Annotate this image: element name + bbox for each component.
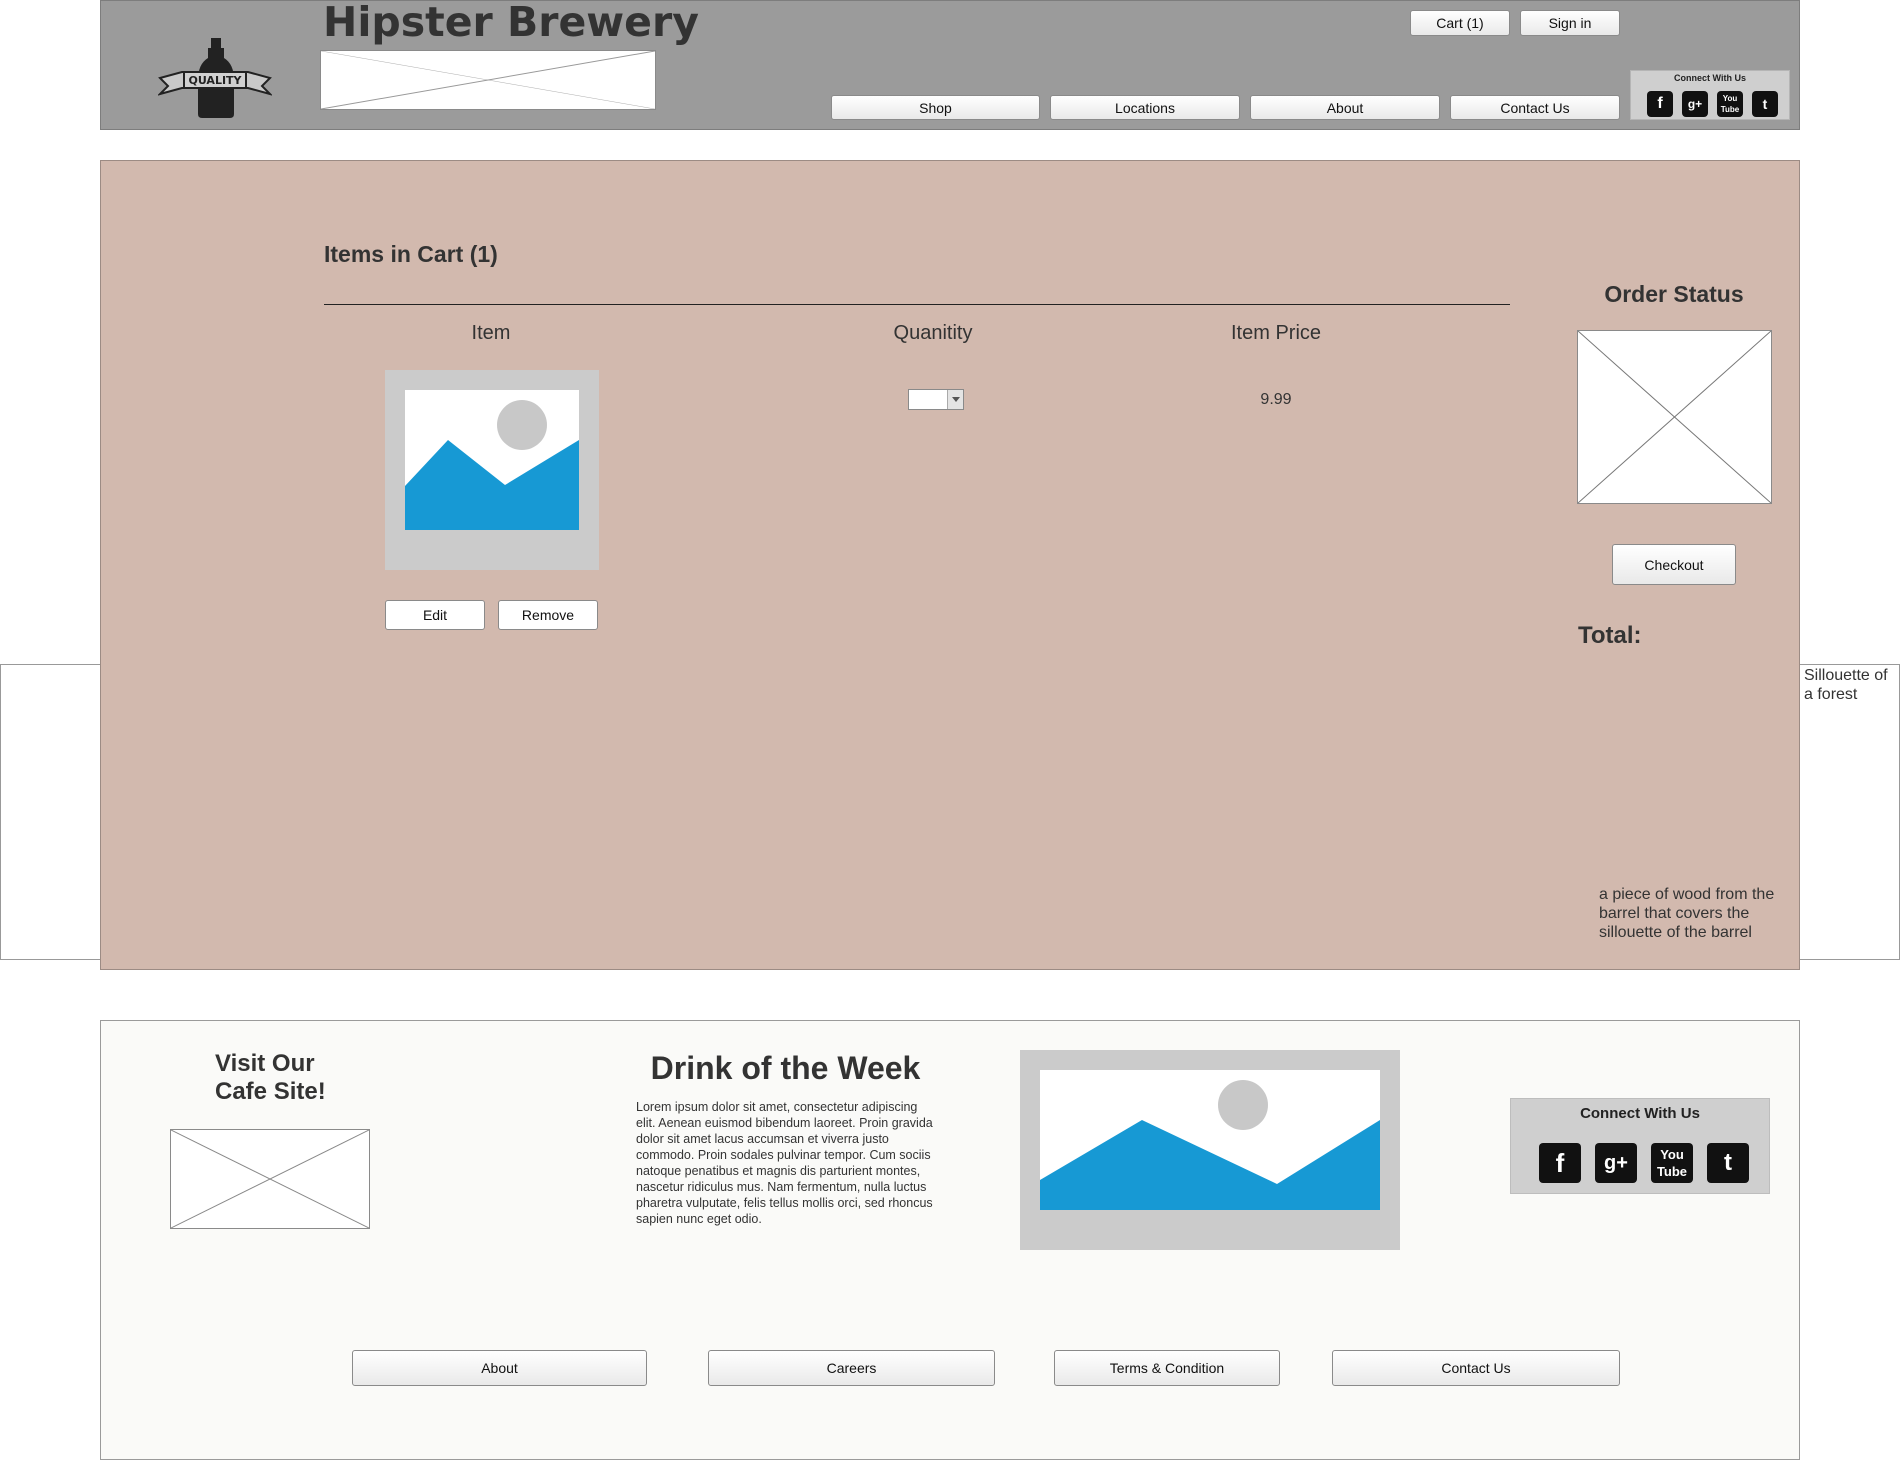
drink-of-week-heading: Drink of the Week (650, 1050, 921, 1086)
footer-link-contact-us[interactable]: Contact Us (1332, 1350, 1620, 1386)
column-item: Item (471, 322, 511, 344)
image-placeholder-icon (405, 390, 579, 530)
remove-button[interactable]: Remove (498, 600, 598, 630)
footer-link-about[interactable]: About (352, 1350, 647, 1386)
google-plus-icon[interactable]: g+ (1595, 1143, 1637, 1183)
quantity-select[interactable] (908, 389, 964, 410)
facebook-icon[interactable]: f (1647, 91, 1673, 117)
wood-note: a piece of wood from the barrel that cov… (1599, 886, 1775, 941)
dropdown-arrow-icon (947, 390, 963, 409)
column-price: Item Price (1230, 322, 1322, 344)
quality-logo[interactable]: QUALITY (156, 36, 274, 120)
youtube-icon[interactable]: You Tube (1717, 91, 1743, 117)
drink-of-week-image[interactable] (1020, 1050, 1400, 1250)
footer-link-careers[interactable]: Careers (708, 1350, 995, 1386)
sign-in-button[interactable]: Sign in (1520, 10, 1620, 36)
order-status-heading: Order Status (1604, 281, 1744, 307)
visit-line-1: Visit Our (215, 1050, 315, 1077)
column-quantity: Quanitity (893, 322, 973, 344)
logo-text: QUALITY (188, 74, 242, 87)
cart-heading: Items in Cart (1) (324, 241, 498, 267)
google-plus-icon[interactable]: g+ (1682, 91, 1708, 117)
image-placeholder-icon (1040, 1070, 1380, 1210)
twitter-icon[interactable]: t (1752, 91, 1778, 117)
site-title[interactable]: Hipster Brewery (323, 0, 699, 46)
visit-line-2: Cafe Site! (215, 1078, 326, 1105)
cart-divider (324, 304, 1510, 305)
facebook-icon[interactable]: f (1539, 1143, 1581, 1183)
footer-social-box: Connect With Us f g+ You Tube t (1510, 1098, 1770, 1194)
footer-link-terms[interactable]: Terms & Condition (1054, 1350, 1280, 1386)
item-price: 9.99 (1260, 391, 1292, 408)
header-social-box: Connect With Us f g+ You Tube t (1630, 70, 1790, 120)
main-content (100, 160, 1800, 970)
cart-item-image[interactable] (385, 370, 599, 570)
nav-about[interactable]: About (1250, 95, 1440, 120)
order-status-placeholder (1577, 330, 1772, 504)
youtube-icon[interactable]: You Tube (1651, 1143, 1693, 1183)
visit-cafe-heading[interactable]: Visit Our Cafe Site! (215, 1050, 326, 1106)
bottle-icon: QUALITY (156, 38, 274, 118)
edit-button[interactable]: Edit (385, 600, 485, 630)
nav-shop[interactable]: Shop (831, 95, 1040, 120)
cart-button[interactable]: Cart (1) (1410, 10, 1510, 36)
footer-connect-label: Connect With Us (1580, 1105, 1700, 1122)
drink-of-week-text: Lorem ipsum dolor sit amet, consectetur … (636, 1100, 933, 1226)
total-label: Total: (1578, 622, 1642, 649)
forest-silhouette-note: Sillouette of a forest (1804, 667, 1888, 703)
cafe-site-placeholder[interactable] (170, 1129, 370, 1229)
checkout-button[interactable]: Checkout (1612, 544, 1736, 585)
nav-contact-us[interactable]: Contact Us (1450, 95, 1620, 120)
twitter-icon[interactable]: t (1707, 1143, 1749, 1183)
header-connect-label: Connect With Us (1674, 73, 1746, 83)
header-banner-placeholder (320, 50, 656, 110)
nav-locations[interactable]: Locations (1050, 95, 1240, 120)
